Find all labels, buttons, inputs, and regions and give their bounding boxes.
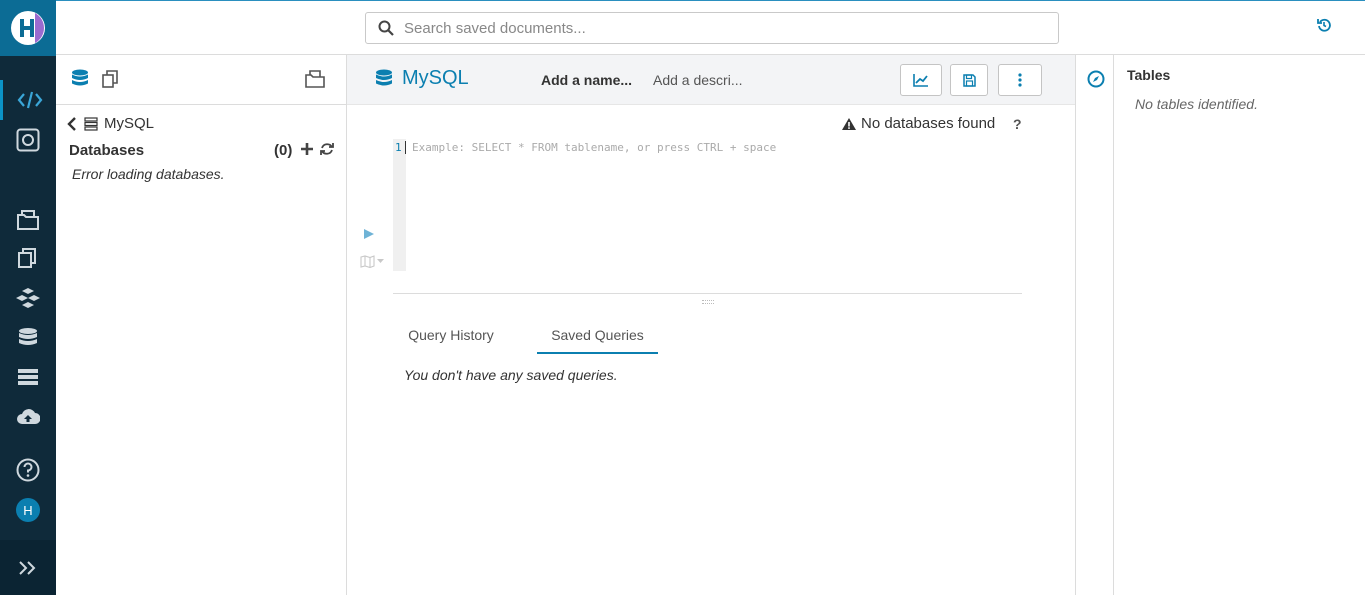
text-cursor — [405, 141, 406, 154]
importer-icon[interactable] — [0, 397, 56, 437]
more-button[interactable] — [998, 64, 1042, 96]
files-icon[interactable] — [0, 238, 56, 278]
query-input[interactable]: Example: SELECT * FROM tablename, or pre… — [412, 141, 776, 154]
save-icon — [962, 73, 976, 87]
line-number: 1 — [395, 141, 402, 154]
query-description-input[interactable]: Add a descri... — [653, 72, 743, 88]
code-editor-icon[interactable] — [0, 80, 56, 120]
query-name-input[interactable]: Add a name... — [541, 72, 632, 88]
dashboard-icon[interactable] — [0, 120, 56, 160]
refresh-icon[interactable] — [320, 142, 334, 156]
breadcrumb-label: MySQL — [104, 115, 155, 132]
breadcrumb[interactable]: MySQL — [66, 115, 154, 132]
databases-count: (0) — [274, 142, 293, 159]
back-icon[interactable] — [66, 116, 78, 131]
documents-icon[interactable] — [0, 200, 56, 240]
result-splitter[interactable] — [393, 293, 1022, 294]
search-placeholder: Search saved documents... — [404, 19, 586, 37]
tables-empty: No tables identified. — [1135, 96, 1258, 112]
assist-header — [56, 55, 346, 105]
chart-button[interactable] — [900, 64, 942, 96]
chevron-down-icon — [377, 259, 384, 263]
database-icon — [376, 69, 392, 85]
compass-icon[interactable] — [1087, 70, 1105, 88]
warning-icon — [842, 117, 856, 130]
docs-icon[interactable] — [101, 69, 121, 89]
database-icon[interactable] — [0, 318, 56, 358]
database-icon[interactable] — [71, 69, 89, 89]
tab-query-history[interactable]: Query History — [393, 319, 509, 354]
add-icon[interactable] — [300, 142, 314, 156]
save-button[interactable] — [950, 64, 988, 96]
search-input[interactable]: Search saved documents... — [365, 12, 1059, 44]
database-status: No databases found — [841, 115, 995, 132]
resize-grip[interactable] — [702, 300, 714, 304]
editor-header: MySQL Add a name... Add a descri... — [347, 55, 1075, 105]
status-text: No databases found — [861, 115, 996, 132]
server-icon — [84, 116, 98, 131]
expand-icon[interactable] — [0, 548, 56, 588]
tab-saved-queries[interactable]: Saved Queries — [537, 319, 658, 354]
avatar: H — [16, 498, 40, 522]
query-editor: MySQL Add a name... Add a descri... No d… — [347, 55, 1076, 595]
user-avatar[interactable]: H — [0, 490, 56, 530]
map-icon[interactable] — [360, 255, 384, 268]
search-icon — [378, 20, 394, 36]
editor-title: MySQL — [375, 67, 469, 90]
saved-queries-empty: You don't have any saved queries. — [404, 367, 618, 383]
editor-title-label: MySQL — [402, 67, 469, 89]
tables-icon[interactable] — [0, 278, 56, 318]
tables-title: Tables — [1127, 67, 1171, 83]
help-icon[interactable] — [0, 450, 56, 490]
databases-title: Databases — [69, 142, 145, 159]
history-icon[interactable] — [1317, 18, 1331, 32]
database-actions — [300, 142, 334, 156]
top-bar: Search saved documents... — [56, 0, 1365, 55]
help-button[interactable]: ? — [1013, 116, 1022, 132]
line-gutter — [393, 139, 406, 271]
right-assist-panel: Tables No tables identified. — [1114, 55, 1365, 595]
right-assist-strip — [1076, 55, 1114, 595]
databases-error: Error loading databases. — [72, 166, 225, 182]
chart-icon — [913, 74, 928, 87]
navigation-rail: H — [0, 0, 56, 595]
left-assist-panel: MySQL Databases (0) Error loading databa… — [56, 55, 347, 595]
folder-icon[interactable] — [304, 69, 326, 89]
hue-logo-icon[interactable] — [0, 0, 56, 56]
play-icon[interactable] — [363, 228, 375, 240]
jobs-icon[interactable] — [0, 357, 56, 397]
more-icon — [1018, 73, 1022, 87]
